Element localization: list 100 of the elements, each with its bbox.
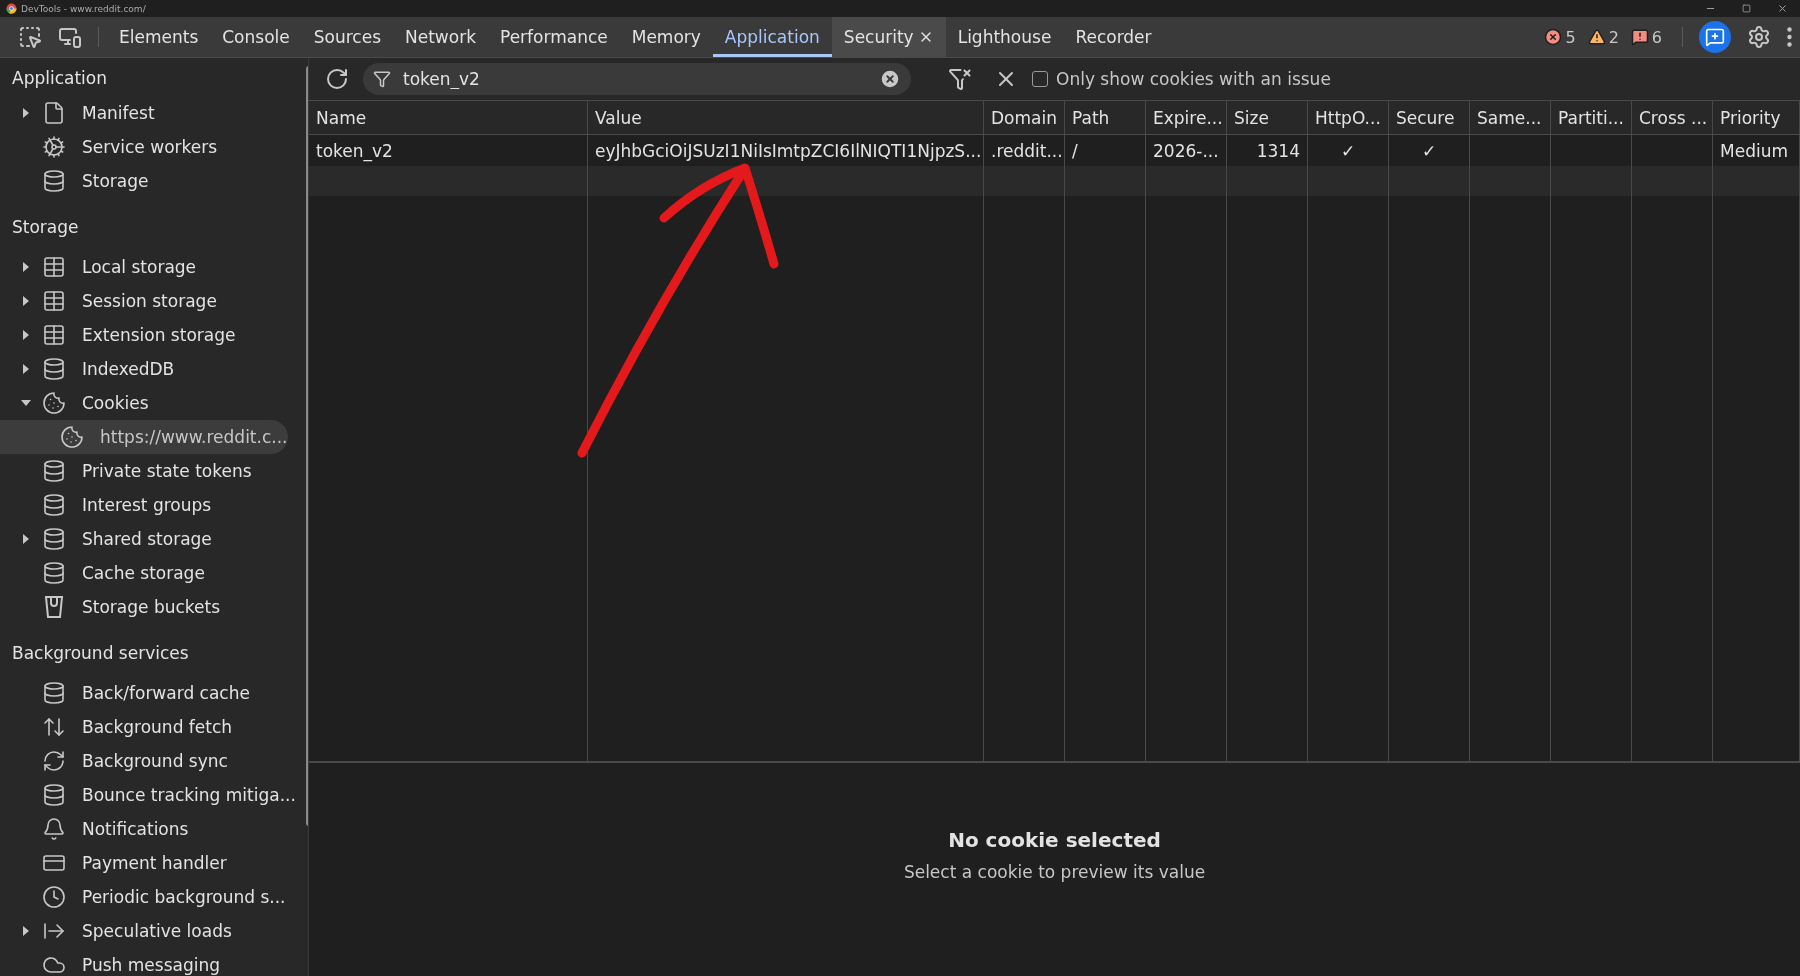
gears-icon	[42, 135, 66, 159]
checkbox[interactable]	[1032, 71, 1048, 87]
panel-tab[interactable]: Performance	[488, 17, 620, 57]
window-title: DevTools - www.reddit.com/	[21, 3, 147, 14]
column-header[interactable]: Secure	[1389, 101, 1470, 135]
settings-icon	[1747, 25, 1771, 49]
sidebar-item[interactable]: IndexedDB	[0, 352, 306, 386]
count: 2	[1608, 27, 1619, 47]
close-icon[interactable]	[1777, 3, 1788, 14]
table-icon	[42, 255, 66, 279]
sidebar-item[interactable]: https://www.reddit.c...	[0, 420, 288, 454]
sidebar-item[interactable]: Local storage	[0, 250, 306, 284]
filter-input[interactable]: token_v2	[401, 68, 869, 90]
expand-arrow-icon[interactable]	[22, 533, 30, 545]
panel-tab[interactable]: Security	[831, 17, 946, 57]
error-icon	[1544, 28, 1563, 46]
database-icon	[42, 169, 66, 193]
restore-icon[interactable]	[1742, 4, 1751, 13]
issue-counter[interactable]: 6	[1630, 17, 1662, 57]
column-header[interactable]: Priority	[1713, 101, 1800, 135]
sidebar-item[interactable]: Background fetch	[0, 710, 306, 744]
table-icon	[42, 323, 66, 347]
database-icon	[42, 493, 66, 517]
bucket-icon	[43, 595, 65, 619]
database-icon	[42, 783, 66, 807]
sidebar-section-title: Background services	[11, 642, 190, 665]
column-header[interactable]: Same...	[1470, 101, 1551, 135]
sidebar-item[interactable]: Private state tokens	[0, 454, 306, 488]
chat-icon	[1705, 27, 1725, 47]
panel-tab[interactable]: Network	[393, 17, 488, 57]
panel-tab[interactable]: Console	[210, 17, 302, 57]
empty-state-hint: Select a cookie to preview its value	[903, 861, 1206, 882]
filter-field[interactable]: token_v2	[363, 63, 911, 95]
column-header[interactable]: Expire...	[1146, 101, 1227, 135]
sidebar-item[interactable]: Push messaging	[0, 948, 306, 976]
column-header[interactable]: Path	[1065, 101, 1146, 135]
sidebar-item[interactable]: Service workers	[0, 130, 306, 164]
expand-arrow-icon[interactable]	[22, 107, 30, 119]
column-header[interactable]: HttpO...	[1308, 101, 1389, 135]
cookie-icon	[60, 425, 84, 449]
sidebar-item[interactable]: Cache storage	[0, 556, 306, 590]
column-header[interactable]: Value	[588, 101, 984, 135]
panel-tab[interactable]: Memory	[619, 17, 713, 57]
sidebar-section-title: Application	[11, 67, 108, 90]
panel-tab[interactable]: Lighthouse	[945, 17, 1064, 57]
column-header[interactable]: Partiti...	[1551, 101, 1632, 135]
filter-icon	[373, 70, 391, 88]
expand-arrow-icon[interactable]	[22, 261, 30, 273]
database-icon	[42, 527, 66, 551]
database-icon	[42, 561, 66, 585]
cookie-icon	[42, 391, 66, 415]
issue-icon	[1630, 28, 1649, 46]
browser-logo-icon	[6, 3, 17, 14]
sidebar-item[interactable]: Storage buckets	[0, 590, 306, 624]
sidebar-item[interactable]: Background sync	[0, 744, 306, 778]
sidebar-item[interactable]: Shared storage	[0, 522, 306, 556]
checkbox-label: Only show cookies with an issue	[1056, 69, 1331, 89]
empty-state-title: No cookie selected	[948, 827, 1161, 852]
expand-arrow-icon[interactable]	[22, 363, 30, 375]
column-header[interactable]: Cross ...	[1632, 101, 1713, 135]
error-counter[interactable]: 5	[1544, 17, 1576, 57]
up-down-arrows-icon	[42, 715, 66, 739]
sidebar-item[interactable]: Extension storage	[0, 318, 306, 352]
panel-tab[interactable]: Sources	[301, 17, 393, 57]
column-header[interactable]: Size	[1227, 101, 1308, 135]
sidebar-item[interactable]: Periodic background s...	[0, 880, 306, 914]
clock-icon	[42, 885, 66, 909]
sidebar-item[interactable]: Notifications	[0, 812, 306, 846]
devices-icon	[58, 25, 82, 49]
sidebar-item[interactable]: Payment handler	[0, 846, 306, 880]
database-icon	[42, 459, 66, 483]
expand-arrow-icon[interactable]	[22, 925, 30, 937]
sidebar-item[interactable]: Cookies	[0, 386, 306, 420]
count: 6	[1651, 27, 1662, 47]
sidebar-item[interactable]: Manifest	[0, 96, 306, 130]
column-header[interactable]: Domain	[984, 101, 1065, 135]
expand-arrow-icon[interactable]	[22, 295, 30, 307]
sidebar-item[interactable]: Bounce tracking mitiga...	[0, 778, 306, 812]
sidebar-section-title: Storage	[11, 216, 80, 239]
sidebar-item[interactable]: Storage	[0, 164, 306, 198]
expand-arrow-icon[interactable]	[22, 329, 30, 341]
sidebar-item[interactable]: Speculative loads	[0, 914, 306, 948]
bell-icon	[42, 817, 66, 841]
table-icon	[42, 289, 66, 313]
warning-counter[interactable]: 2	[1587, 17, 1619, 57]
pointer-select-icon	[18, 25, 42, 49]
sidebar-item[interactable]: Session storage	[0, 284, 306, 318]
file-icon	[42, 101, 66, 125]
database-icon	[42, 681, 66, 705]
sidebar-item[interactable]: Interest groups	[0, 488, 306, 522]
database-icon	[42, 357, 66, 381]
warning-icon	[1587, 28, 1606, 46]
panel-tab[interactable]: Recorder	[1063, 17, 1164, 57]
clear-filter-icon[interactable]	[879, 68, 901, 90]
filter-off-icon	[948, 67, 972, 91]
column-header[interactable]: Name	[309, 101, 588, 135]
collapse-arrow-icon[interactable]	[20, 399, 32, 407]
panel-tab[interactable]: Elements	[107, 17, 211, 57]
sidebar-item[interactable]: Back/forward cache	[0, 676, 306, 710]
more-icon	[1787, 27, 1792, 47]
